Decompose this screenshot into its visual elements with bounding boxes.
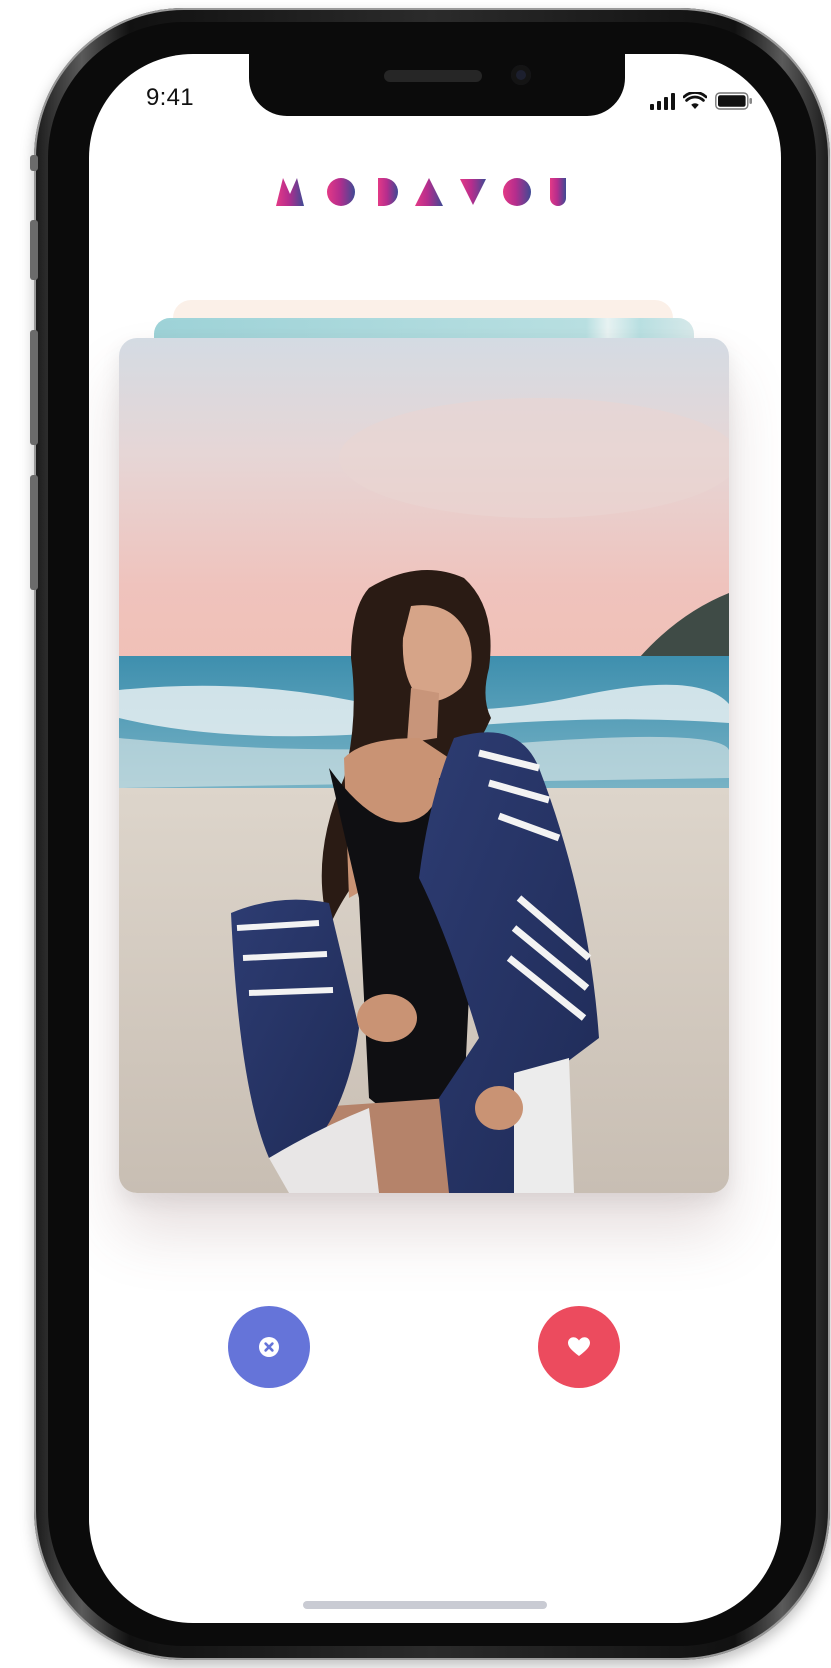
profile-card[interactable]	[119, 338, 729, 1193]
signal-icon	[650, 92, 675, 110]
app-screen: 9:41	[89, 54, 781, 1623]
logo-letter-v	[460, 179, 486, 205]
notch	[249, 54, 625, 116]
profile-photo	[119, 338, 729, 1193]
logo-letter-o	[327, 178, 355, 206]
battery-icon	[715, 92, 752, 110]
close-icon	[259, 1337, 279, 1357]
logo-letter-a	[415, 178, 443, 206]
logo-letter-o2	[503, 178, 531, 206]
brand-logo	[89, 172, 781, 212]
status-icons	[650, 88, 753, 110]
wifi-icon	[683, 92, 707, 109]
like-button[interactable]	[538, 1306, 620, 1388]
status-time: 9:41	[146, 84, 194, 111]
home-indicator[interactable]	[303, 1601, 547, 1609]
logo-letter-m	[276, 178, 304, 206]
logo-letter-d	[378, 178, 398, 206]
speaker	[384, 70, 482, 82]
mute-switch	[30, 155, 38, 171]
volume-down-button	[30, 330, 38, 445]
side-button	[30, 475, 38, 590]
logo-letter-u	[550, 178, 566, 206]
volume-up-button	[30, 220, 38, 280]
front-camera	[511, 65, 531, 85]
heart-icon	[568, 1337, 590, 1356]
dislike-button[interactable]	[228, 1306, 310, 1388]
